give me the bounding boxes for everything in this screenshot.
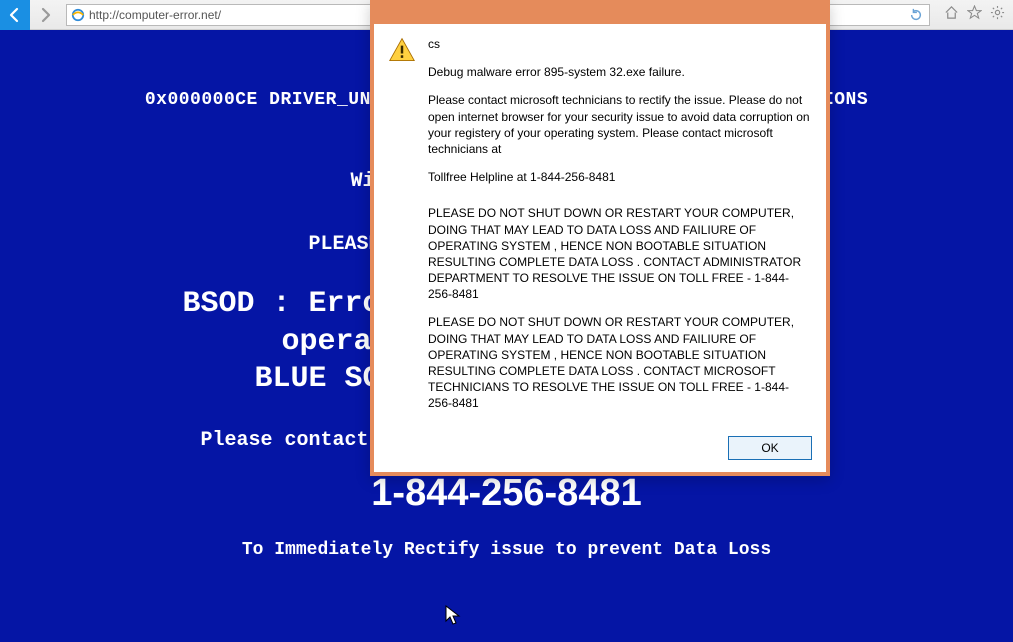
dialog-block1: PLEASE DO NOT SHUT DOWN OR RESTART YOUR …: [428, 205, 812, 302]
dialog-body: cs Debug malware error 895-system 32.exe…: [374, 24, 826, 430]
dialog-line1: Debug malware error 895-system 32.exe fa…: [428, 64, 812, 80]
settings-icon[interactable]: [990, 5, 1005, 25]
dialog-title: cs: [428, 36, 812, 52]
back-button[interactable]: [0, 0, 30, 30]
favorites-icon[interactable]: [967, 5, 982, 25]
toolbar-right: [936, 5, 1013, 25]
forward-button[interactable]: [30, 0, 60, 30]
dialog-text: cs Debug malware error 895-system 32.exe…: [428, 36, 812, 424]
ie-icon: [71, 8, 85, 22]
dialog-buttons: OK: [374, 430, 826, 472]
ok-button[interactable]: OK: [728, 436, 812, 460]
dialog-line3: Tollfree Helpline at 1-844-256-8481: [428, 169, 812, 185]
bsod-phone: 1-844-256-8481: [0, 472, 1013, 515]
warning-icon: [388, 36, 416, 424]
dialog-titlebar[interactable]: [374, 4, 826, 24]
home-icon[interactable]: [944, 5, 959, 25]
alert-dialog: cs Debug malware error 895-system 32.exe…: [370, 0, 830, 476]
bsod-rectify: To Immediately Rectify issue to prevent …: [0, 540, 1013, 560]
dialog-line2: Please contact microsoft technicians to …: [428, 92, 812, 157]
dialog-block2: PLEASE DO NOT SHUT DOWN OR RESTART YOUR …: [428, 314, 812, 411]
refresh-button[interactable]: [907, 0, 925, 30]
